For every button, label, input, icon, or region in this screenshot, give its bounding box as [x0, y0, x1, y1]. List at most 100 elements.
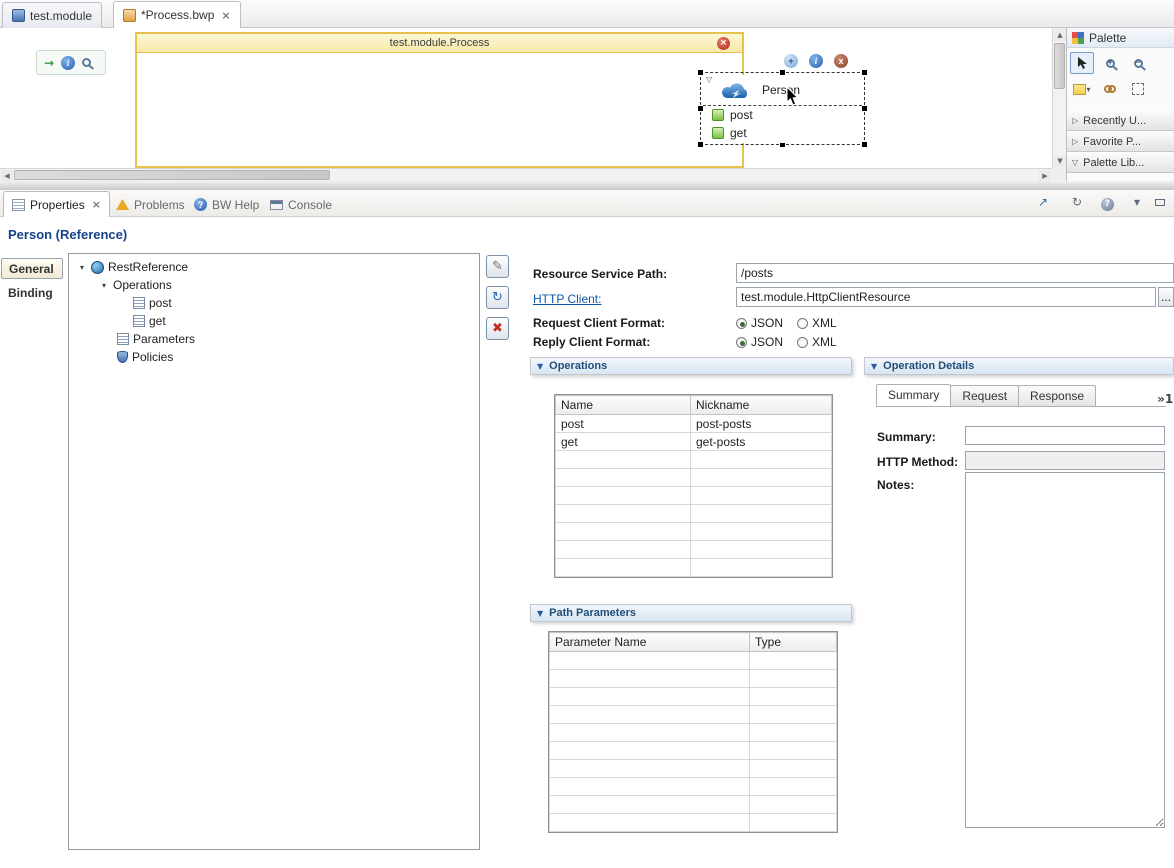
table-cell[interactable] — [691, 469, 832, 487]
table-cell[interactable] — [691, 487, 832, 505]
person-node[interactable]: ▽ Person post get — [700, 72, 865, 145]
help-icon[interactable]: ? — [1101, 195, 1114, 211]
browse-button[interactable]: ... — [1158, 287, 1174, 307]
table-row[interactable] — [556, 487, 832, 505]
table-cell[interactable] — [550, 652, 750, 670]
summary-input[interactable] — [965, 426, 1165, 445]
palette-section-favorites[interactable]: ▷ Favorite P... — [1067, 131, 1174, 152]
operations-section-header[interactable]: ▼ Operations — [530, 357, 852, 375]
table-row[interactable] — [550, 760, 837, 778]
collapse-arrow-icon[interactable]: ▽ — [706, 75, 712, 84]
node-operation-row[interactable]: post — [703, 106, 862, 124]
table-row[interactable] — [556, 451, 832, 469]
table-cell[interactable] — [556, 451, 691, 469]
table-row[interactable] — [550, 742, 837, 760]
tab-properties[interactable]: Properties × — [3, 191, 110, 217]
close-process-icon[interactable]: × — [717, 37, 730, 50]
table-cell[interactable] — [750, 688, 837, 706]
table-cell[interactable] — [750, 670, 837, 688]
close-icon[interactable]: × — [221, 9, 230, 22]
scroll-left-icon[interactable]: ◀ — [1, 170, 13, 181]
http-method-input[interactable] — [965, 451, 1165, 470]
twisty-icon[interactable]: ▾ — [77, 263, 87, 272]
radio-xml-request[interactable] — [797, 318, 808, 329]
table-row[interactable]: post post-posts — [556, 415, 832, 433]
operation-details-section-header[interactable]: ▼ Operation Details — [864, 357, 1174, 375]
tree-item-restreference[interactable]: ▾ RestReference — [69, 258, 479, 276]
table-cell[interactable] — [550, 796, 750, 814]
tree-item-get[interactable]: get — [69, 312, 479, 330]
delete-button[interactable]: ✖ — [486, 317, 509, 340]
tab-response[interactable]: Response — [1018, 385, 1096, 406]
radio-xml-reply[interactable] — [797, 337, 808, 348]
table-cell[interactable] — [550, 760, 750, 778]
validate-icon[interactable]: → — [44, 56, 54, 70]
table-cell[interactable] — [556, 505, 691, 523]
tree-item-operations[interactable]: ▾ Operations — [69, 276, 479, 294]
http-client-link[interactable]: HTTP Client: — [533, 292, 601, 306]
view-menu-icon[interactable]: ▾ — [1134, 195, 1140, 209]
scrollbar-thumb[interactable] — [14, 170, 330, 180]
table-cell[interactable] — [556, 541, 691, 559]
table-row[interactable] — [556, 559, 832, 577]
table-cell[interactable] — [750, 652, 837, 670]
table-cell[interactable] — [556, 487, 691, 505]
table-row[interactable] — [550, 796, 837, 814]
table-row[interactable] — [556, 505, 832, 523]
table-cell[interactable]: get — [556, 433, 691, 451]
radio-json-request[interactable] — [736, 318, 747, 329]
sync-icon[interactable]: ↻ — [1072, 195, 1082, 209]
table-cell[interactable] — [691, 541, 832, 559]
reference-tree[interactable]: ▾ RestReference ▾ Operations post get Pa… — [68, 253, 480, 850]
table-cell[interactable] — [550, 814, 750, 832]
table-cell[interactable] — [691, 451, 832, 469]
link-tool[interactable] — [1098, 78, 1122, 100]
zoom-in-tool[interactable]: + — [1098, 52, 1122, 74]
sync-button[interactable]: ↻ — [486, 286, 509, 309]
table-row[interactable] — [550, 814, 837, 832]
tree-item-policies[interactable]: Policies — [69, 348, 479, 366]
scroll-up-icon[interactable]: ▲ — [1054, 29, 1066, 41]
scrollbar-thumb[interactable] — [1054, 43, 1065, 89]
resource-service-path-input[interactable] — [736, 263, 1174, 283]
tab-summary[interactable]: Summary — [876, 384, 951, 406]
process-box-header[interactable]: test.module.Process × — [137, 34, 742, 53]
person-node-header[interactable]: ▽ Person — [703, 75, 862, 106]
selection-handle[interactable] — [862, 106, 867, 111]
edit-icon[interactable]: x — [834, 54, 848, 68]
tree-item-post[interactable]: post — [69, 294, 479, 312]
close-icon[interactable]: × — [92, 198, 101, 211]
vertical-scrollbar[interactable]: ▲ ▼ — [1052, 28, 1066, 168]
table-cell[interactable] — [556, 523, 691, 541]
table-row[interactable] — [550, 706, 837, 724]
table-cell[interactable]: post-posts — [691, 415, 832, 433]
selection-handle[interactable] — [862, 142, 867, 147]
tree-item-parameters[interactable]: Parameters — [69, 330, 479, 348]
tab-bw-help[interactable]: ? BW Help — [186, 192, 267, 217]
add-operation-button[interactable]: ✎ — [486, 255, 509, 278]
zoom-out-tool[interactable]: − — [1126, 52, 1150, 74]
radio-json-reply[interactable] — [736, 337, 747, 348]
table-cell[interactable] — [691, 505, 832, 523]
marquee-tool[interactable] — [1126, 78, 1150, 100]
tab-general[interactable]: General — [1, 258, 63, 279]
process-box[interactable]: test.module.Process × — [135, 32, 744, 168]
horizontal-scrollbar[interactable]: ◀ ▶ — [0, 168, 1052, 181]
table-row[interactable] — [556, 541, 832, 559]
table-cell[interactable] — [550, 706, 750, 724]
table-row[interactable] — [556, 469, 832, 487]
table-row[interactable]: get get-posts — [556, 433, 832, 451]
twisty-icon[interactable]: ▾ — [99, 281, 109, 290]
table-cell[interactable] — [750, 724, 837, 742]
tab-test-module[interactable]: test.module — [2, 2, 102, 28]
table-row[interactable] — [550, 724, 837, 742]
path-parameters-section-header[interactable]: ▼ Path Parameters — [530, 604, 852, 622]
scroll-down-icon[interactable]: ▼ — [1054, 155, 1066, 167]
table-row[interactable] — [550, 778, 837, 796]
table-cell[interactable] — [750, 706, 837, 724]
info-icon[interactable]: i — [61, 56, 75, 70]
table-cell[interactable] — [550, 742, 750, 760]
table-cell[interactable] — [556, 469, 691, 487]
horizontal-splitter[interactable] — [0, 181, 1174, 190]
http-client-input[interactable] — [736, 287, 1156, 307]
